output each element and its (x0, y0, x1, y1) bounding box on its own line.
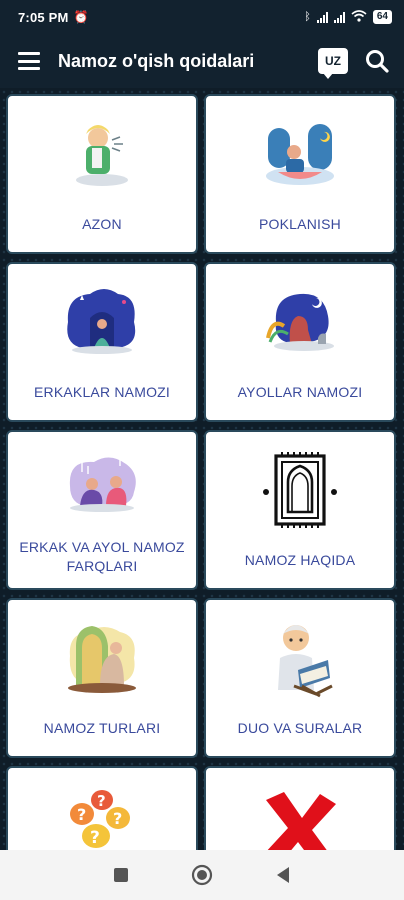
question-bubbles-icon: ? ? ? ? (8, 776, 196, 850)
card-label: POKLANISH (259, 216, 341, 232)
card-label: DUO VA SURALAR (237, 720, 363, 736)
boy-reading-quran-icon (206, 608, 394, 708)
svg-text:?: ? (77, 805, 86, 824)
home-button[interactable] (189, 862, 215, 888)
woman-praying-icon (206, 272, 394, 372)
circle-icon (191, 864, 213, 886)
alarm-icon: ⏰ (73, 10, 89, 24)
card-erkaklar-namozi[interactable]: ERKAKLAR NAMOZI (6, 262, 198, 422)
card-namoz-haqida[interactable]: NAMOZ HAQIDA (204, 430, 396, 590)
mosque-prayer-icon (8, 608, 196, 708)
azon-icon (8, 104, 196, 204)
page-title: Namoz o'qish qoidalari (58, 50, 255, 71)
language-button[interactable]: UZ (318, 48, 348, 79)
svg-text:?: ? (97, 792, 106, 810)
svg-text:?: ? (113, 809, 122, 828)
couple-praying-icon (8, 434, 196, 534)
signal-icon (316, 11, 328, 23)
card-label: ERKAKLAR NAMOZI (33, 384, 171, 400)
signal-icon-2 (333, 11, 345, 23)
man-praying-icon (8, 272, 196, 372)
app-bar: Namoz o'qish qoidalari UZ (0, 34, 404, 88)
card-label: NAMOZ TURLARI (43, 720, 161, 736)
menu-icon[interactable] (18, 52, 40, 70)
card-ayollar-namozi[interactable]: AYOLLAR NAMOZI (204, 262, 396, 422)
prayer-rug-icon (206, 440, 394, 540)
triangle-back-icon (277, 867, 290, 883)
system-nav-bar (0, 850, 404, 900)
card-azon[interactable]: AZON (6, 94, 198, 254)
card-exit[interactable] (204, 766, 396, 850)
wifi-icon (351, 9, 367, 25)
card-label: AYOLLAR NAMOZI (237, 384, 363, 400)
card-label: NAMOZ HAQIDA (244, 552, 356, 568)
card-namoz-turlari[interactable]: NAMOZ TURLARI (6, 598, 198, 758)
bluetooth-icon: ᛒ (304, 11, 311, 23)
category-grid: AZON POKLANISH ERKAKLAR NAMOZI AYOLLAR N… (0, 88, 404, 850)
status-bar: 7:05 PM ⏰ ᛒ 64 (0, 0, 404, 34)
card-label: AZON (82, 216, 122, 232)
back-button[interactable] (270, 862, 296, 888)
card-questions[interactable]: ? ? ? ? (6, 766, 198, 850)
red-x-icon (206, 776, 394, 850)
recent-apps-button[interactable] (108, 862, 134, 888)
square-icon (113, 868, 128, 882)
card-label: ERKAK VA AYOL NAMOZ FARQLARI (19, 539, 185, 574)
card-poklanish[interactable]: POKLANISH (204, 94, 396, 254)
status-time: 7:05 PM (18, 9, 69, 25)
status-icons: ᛒ 64 (304, 9, 392, 25)
battery-indicator: 64 (372, 10, 392, 24)
card-duo-va-suralar[interactable]: DUO VA SURALAR (204, 598, 396, 758)
search-icon[interactable] (364, 48, 390, 74)
card-erkak-va-ayol[interactable]: ERKAK VA AYOL NAMOZ FARQLARI (6, 430, 198, 590)
svg-text:?: ? (90, 828, 100, 848)
ablution-icon (206, 104, 394, 204)
